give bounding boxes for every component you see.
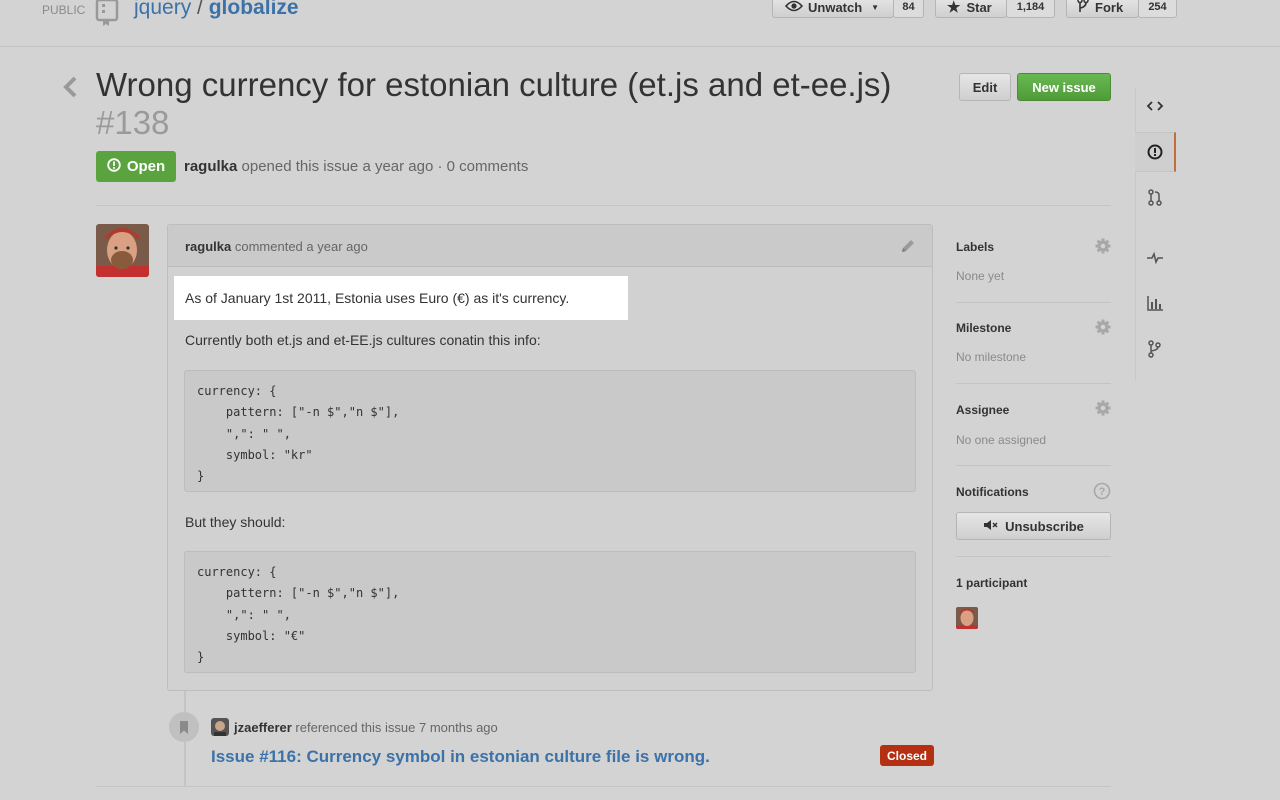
repo-name-link[interactable]: globalize	[209, 0, 299, 19]
notifications-heading: Notifications	[956, 485, 1029, 499]
star-button[interactable]: ★ Star	[935, 0, 1007, 18]
issues-icon[interactable]	[1146, 143, 1164, 166]
fork-count[interactable]: 254	[1138, 0, 1177, 18]
star-count[interactable]: 1,184	[1006, 0, 1055, 18]
network-icon[interactable]	[1146, 340, 1164, 363]
unwatch-label: Unwatch	[808, 0, 863, 15]
issue-title: Wrong currency for estonian culture (et.…	[96, 66, 892, 103]
unsubscribe-label: Unsubscribe	[1005, 518, 1084, 534]
caret-down-icon: ▼	[871, 2, 880, 12]
header-divider	[0, 46, 1280, 47]
sidebar-divider	[956, 302, 1111, 303]
visibility-label: PUBLIC	[42, 3, 86, 17]
labels-gear-icon[interactable]	[1095, 238, 1111, 259]
repo-owner-link[interactable]: jquery	[134, 0, 191, 19]
labels-value: None yet	[956, 269, 1005, 283]
watch-count[interactable]: 84	[893, 0, 924, 18]
fork-icon	[1077, 0, 1089, 16]
star-icon: ★	[947, 0, 961, 16]
pull-request-icon[interactable]	[1146, 188, 1164, 211]
fork-label: Fork	[1095, 0, 1124, 15]
reference-user[interactable]: jzaefferer	[234, 720, 292, 735]
reference-meta-text: referenced this issue 7 months ago	[291, 720, 498, 735]
breadcrumb-separator: /	[197, 0, 203, 19]
issue-author[interactable]: ragulka	[184, 158, 237, 175]
comment-author[interactable]: ragulka	[185, 239, 231, 254]
repo-icon	[95, 0, 123, 31]
bookmark-icon	[169, 712, 199, 742]
closed-badge: Closed	[880, 745, 934, 766]
back-chevron-icon[interactable]	[62, 74, 78, 105]
edit-button[interactable]: Edit	[959, 73, 1011, 101]
mute-icon	[983, 519, 999, 534]
new-issue-button[interactable]: New issue	[1017, 73, 1111, 101]
status-badge: Open	[96, 151, 176, 182]
code-block-current: currency: { pattern: ["-n $","n $"], ","…	[184, 370, 916, 492]
assignee-value: No one assigned	[956, 433, 1047, 447]
help-icon[interactable]: ?	[1093, 482, 1111, 505]
fork-button[interactable]: Fork	[1066, 0, 1139, 18]
comment-paragraph-3: But they should:	[185, 514, 286, 530]
unwatch-button[interactable]: Unwatch ▼	[772, 0, 894, 18]
labels-heading: Labels	[956, 240, 995, 254]
star-label: Star	[966, 0, 992, 15]
pencil-icon[interactable]	[899, 237, 917, 260]
milestone-gear-icon[interactable]	[1095, 319, 1111, 340]
svg-text:?: ?	[1099, 486, 1106, 498]
comment-meta: ragulka commented a year ago	[185, 239, 368, 254]
reference-avatar[interactable]	[211, 718, 229, 736]
graphs-icon[interactable]	[1146, 295, 1164, 316]
issue-meta: ragulka opened this issue a year ago · 0…	[184, 158, 528, 175]
unsubscribe-button[interactable]: Unsubscribe	[956, 512, 1111, 540]
repo-breadcrumb: jquery / globalize	[134, 0, 299, 20]
sidebar-divider	[956, 465, 1111, 466]
participant-avatar[interactable]	[956, 607, 978, 629]
status-label: Open	[126, 158, 166, 175]
milestone-heading: Milestone	[956, 321, 1012, 335]
code-block-expected: currency: { pattern: ["-n $","n $"], ","…	[184, 551, 916, 673]
code-icon[interactable]	[1146, 99, 1164, 118]
sidebar-divider	[956, 556, 1111, 557]
assignee-gear-icon[interactable]	[1095, 400, 1111, 421]
comment-paragraph-1: As of January 1st 2011, Estonia uses Eur…	[185, 290, 570, 306]
avatar[interactable]	[96, 224, 149, 277]
eye-icon	[784, 0, 804, 15]
comment-meta-text: commented a year ago	[231, 239, 368, 254]
sidebar-divider	[956, 383, 1111, 384]
title-divider	[96, 205, 1111, 206]
reference-meta: jzaefferer referenced this issue 7 month…	[234, 720, 498, 735]
issue-number: #138	[96, 104, 170, 141]
milestone-value: No milestone	[956, 350, 1027, 364]
bottom-divider	[96, 786, 1111, 787]
referenced-issue-link[interactable]: Issue #116: Currency symbol in estonian …	[211, 747, 710, 767]
pulse-icon[interactable]	[1146, 251, 1164, 270]
participants-heading: 1 participant	[956, 576, 1028, 590]
assignee-heading: Assignee	[956, 403, 1010, 417]
issue-meta-text: opened this issue a year ago · 0 comment…	[237, 158, 529, 175]
issue-opened-icon	[107, 157, 121, 176]
comment-paragraph-2: Currently both et.js and et-EE.js cultur…	[185, 332, 541, 348]
